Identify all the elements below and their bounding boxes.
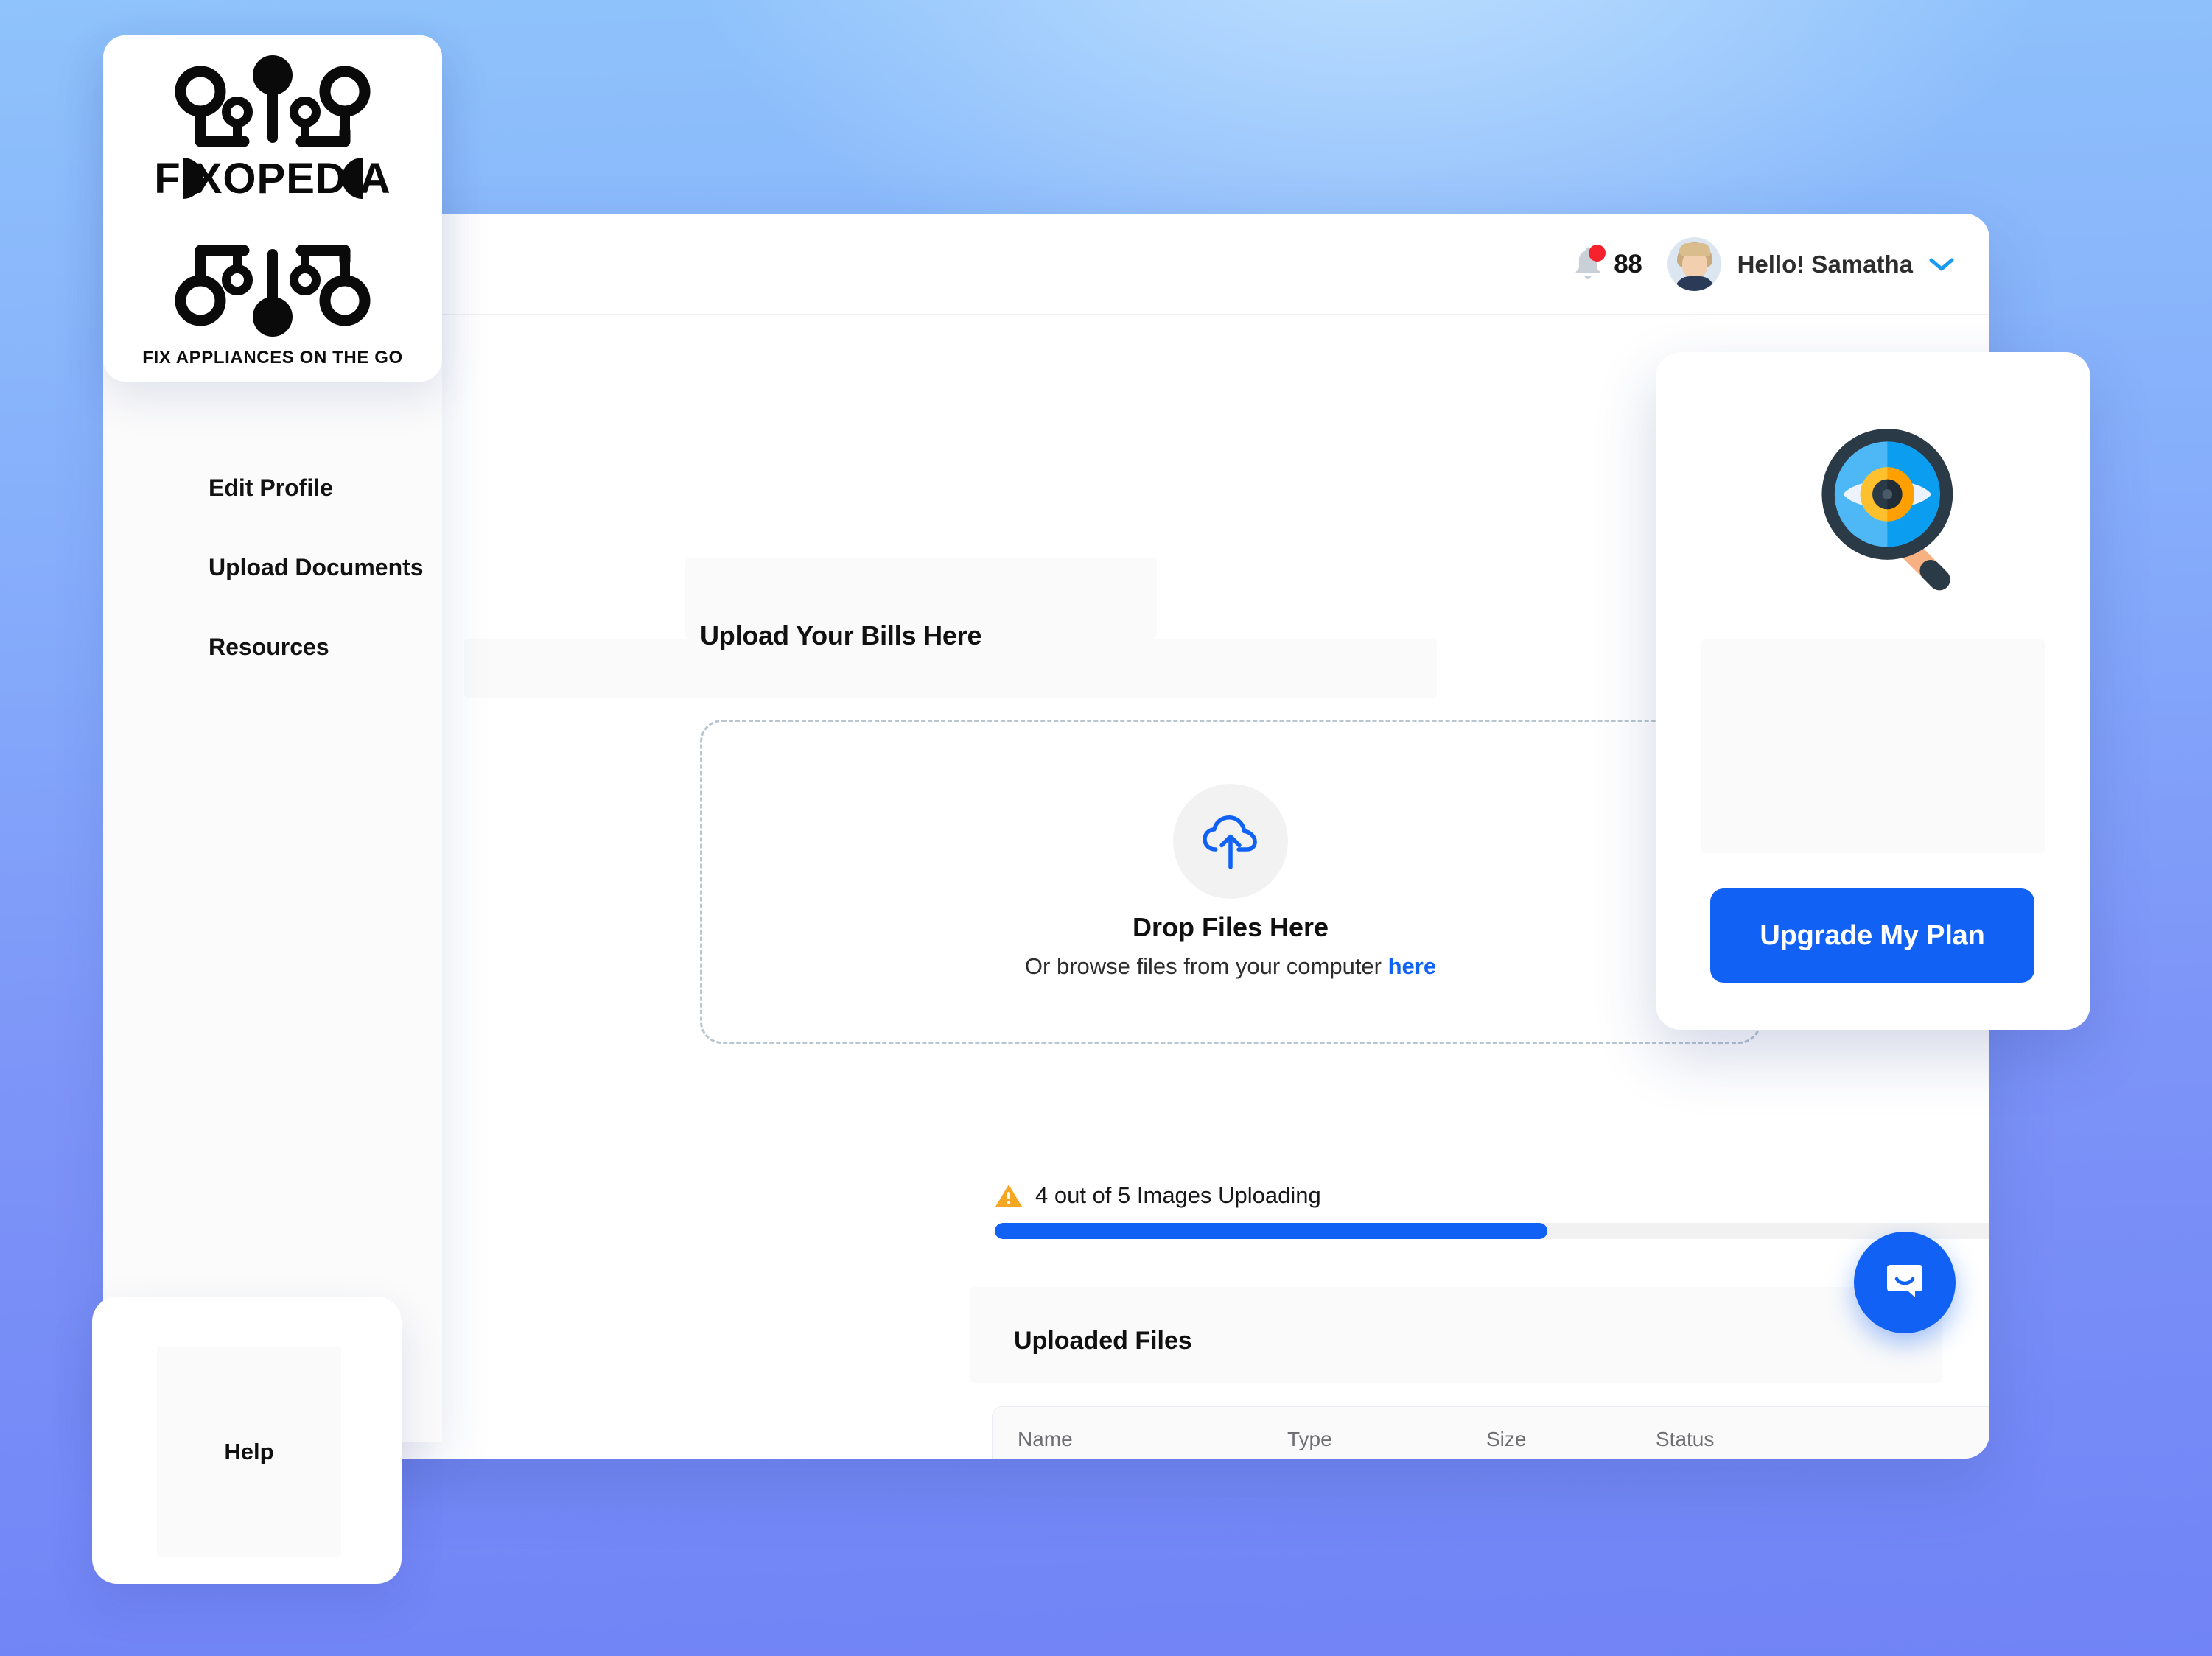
upload-status-text: 4 out of 5 Images Uploading: [1035, 1182, 1321, 1208]
sidebar-item-upload-documents[interactable]: Upload Documents: [103, 527, 442, 607]
panel-placeholder-block: [1701, 639, 2045, 853]
upload-status: 4 out of 5 Images Uploading: [995, 1182, 1321, 1209]
file-dropzone[interactable]: Drop Files Here Or browse files from you…: [700, 720, 1761, 1044]
sidebar-nav: Edit Profile Upload Documents Resources: [103, 448, 442, 687]
user-greeting: Hello! Samatha: [1737, 250, 1913, 278]
upgrade-panel: Upgrade My Plan: [1656, 352, 2090, 1030]
bell-icon: [1571, 244, 1606, 283]
topbar-right-group: 88 Hello! Samatha: [1571, 214, 1954, 315]
user-menu[interactable]: Hello! Samatha: [1667, 237, 1954, 291]
overall-progress-fill: [995, 1223, 1548, 1239]
browse-files-link[interactable]: here: [1388, 953, 1436, 979]
sidebar-item-resources[interactable]: Resources: [103, 607, 442, 687]
help-card[interactable]: Help: [92, 1297, 402, 1584]
dropzone-title: Drop Files Here: [1132, 912, 1329, 942]
page-title: Upload Your Bills Here: [700, 620, 982, 650]
column-header-type: Type: [1287, 1427, 1332, 1450]
brand-logo-card[interactable]: FIXOPEDIA FIX APPLIANCES ON THE GO: [103, 35, 442, 382]
dropzone-subtitle-text: Or browse files from your computer: [1024, 953, 1388, 979]
uploaded-files-title: Uploaded Files: [1014, 1327, 1192, 1355]
help-card-inner: Help: [157, 1347, 341, 1557]
column-header-size: Size: [1486, 1427, 1527, 1450]
sidebar-item-label: Resources: [209, 633, 329, 660]
sidebar-item-label: Edit Profile: [209, 474, 333, 501]
cloud-upload-icon: [1173, 784, 1288, 899]
chat-widget-button[interactable]: [1854, 1232, 1956, 1333]
notifications-button[interactable]: 88: [1571, 244, 1642, 283]
upgrade-my-plan-button[interactable]: Upgrade My Plan: [1710, 888, 2034, 983]
magnifier-eye-icon: [1656, 389, 2090, 639]
notification-count: 88: [1614, 249, 1642, 278]
uploaded-files-table: Name Type Size Status TV Billpng4mb90%Wa…: [992, 1406, 1989, 1459]
brand-tagline: FIX APPLIANCES ON THE GO: [142, 348, 403, 368]
app-topbar: 88 Hello! Samatha: [169, 214, 1989, 315]
table-header-row: Name Type Size Status: [993, 1407, 1989, 1459]
chevron-down-icon[interactable]: [1929, 257, 1954, 272]
column-header-status: Status: [1656, 1427, 1715, 1450]
dropzone-subtitle: Or browse files from your computer here: [1025, 953, 1436, 980]
chat-bubble-icon: [1881, 1257, 1928, 1308]
notification-dot: [1589, 244, 1606, 262]
sidebar-item-edit-profile[interactable]: Edit Profile: [103, 448, 442, 527]
sidebar-item-label: Upload Documents: [209, 553, 424, 580]
overall-progress-bar: [995, 1223, 1989, 1239]
warning-triangle-icon: [995, 1183, 1023, 1208]
avatar: [1667, 237, 1721, 291]
column-header-name: Name: [1018, 1427, 1073, 1450]
circuit-board-logo-icon: FIXOPEDIA: [147, 49, 398, 343]
help-label: Help: [224, 1438, 274, 1464]
svg-text:FIXOPEDIA: FIXOPEDIA: [154, 155, 391, 203]
